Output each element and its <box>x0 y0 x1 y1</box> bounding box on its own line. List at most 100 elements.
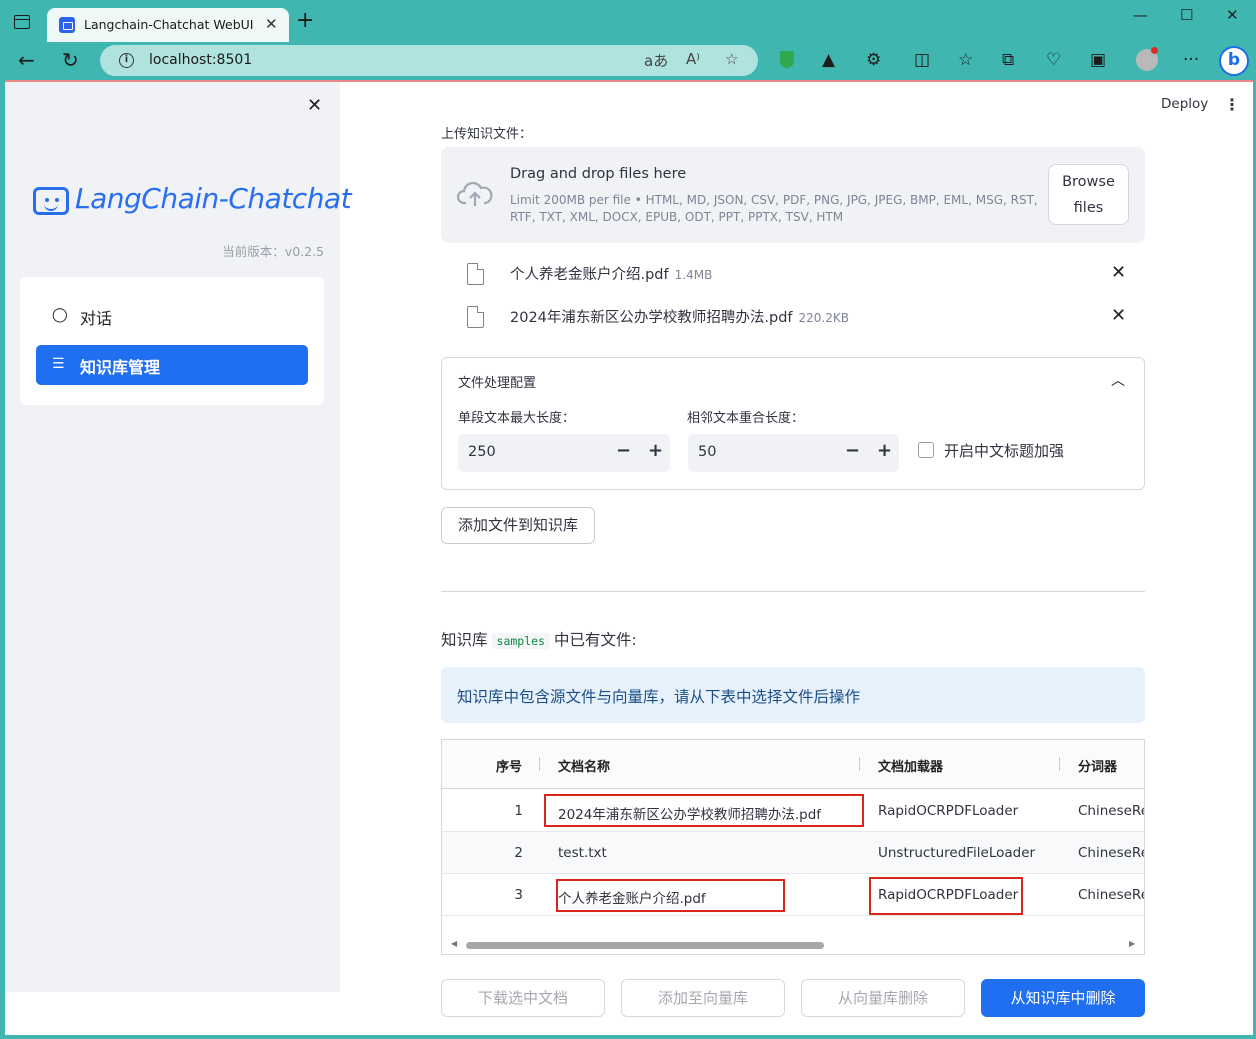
increment-button[interactable]: + <box>877 440 892 461</box>
file-name: 个人养老金账户介绍.pdf 1.4MB <box>510 267 713 283</box>
collections-icon[interactable]: ⧉ <box>1002 50 1014 70</box>
upload-label: 上传知识文件： <box>441 127 533 142</box>
sidebar-item-kb-management[interactable]: ☰ 知识库管理 <box>36 345 308 385</box>
highlight-annotation <box>544 794 864 827</box>
favorites-icon[interactable]: ☆ <box>958 50 973 70</box>
tab-close-icon[interactable]: ✕ <box>265 15 278 33</box>
column-header[interactable]: 序号 <box>496 756 522 775</box>
tab-title: Langchain-Chatchat WebUI <box>84 17 254 32</box>
loader-cell[interactable]: RapidOCRPDFLoader <box>878 803 1018 819</box>
favicon-icon <box>59 17 75 33</box>
address-bar[interactable]: i localhost:8501 aあ A⁾ ☆ <box>100 45 758 76</box>
sidebar: ✕ LangChain-Chatchat 当前版本：v0.2.5 ◯ 对话 ☰ … <box>5 82 352 992</box>
sidebar-item-chat[interactable]: ◯ 对话 <box>36 296 308 336</box>
new-tab-button[interactable]: + <box>296 10 314 32</box>
kb-name-code: samples <box>491 633 550 649</box>
split-screen-icon[interactable]: ◫ <box>914 50 930 70</box>
window-close-button[interactable]: ✕ <box>1226 6 1239 24</box>
remove-from-vector-store-button[interactable]: 从向量库删除 <box>801 979 965 1017</box>
logo-chat-icon <box>33 187 69 215</box>
splitter-cell[interactable]: ChineseRe <box>1078 887 1144 903</box>
app-viewport: ✕ LangChain-Chatchat 当前版本：v0.2.5 ◯ 对话 ☰ … <box>5 80 1253 1035</box>
file-name: 2024年浦东新区公办学校教师招聘办法.pdf 220.2KB <box>510 310 849 326</box>
decrement-button[interactable]: − <box>845 440 860 461</box>
scroll-left-icon[interactable]: ◀ <box>451 939 457 948</box>
chinese-title-checkbox[interactable] <box>918 442 934 458</box>
tab-actions-icon[interactable] <box>14 15 30 29</box>
info-text: 知识库中包含源文件与向量库，请从下表中选择文件后操作 <box>457 688 861 706</box>
triangle-extension-icon[interactable]: ▲ <box>822 50 835 70</box>
database-icon: ☰ <box>52 356 65 372</box>
translate-icon[interactable]: aあ <box>644 50 668 71</box>
copilot-icon[interactable]: b <box>1219 46 1249 76</box>
chinese-title-label[interactable]: 开启中文标题加强 <box>944 440 1064 461</box>
processing-config-expander: 文件处理配置 ︿ 单段文本最大长度： 250 − + 相邻文本重合长度： 50 … <box>441 357 1145 490</box>
column-separator[interactable] <box>859 757 860 771</box>
scrollbar-thumb[interactable] <box>466 942 824 949</box>
chat-bubble-icon: ◯ <box>52 307 68 323</box>
site-info-icon[interactable]: i <box>119 53 134 68</box>
scroll-right-icon[interactable]: ▶ <box>1129 939 1135 948</box>
loader-cell[interactable]: UnstructuredFileLoader <box>878 845 1035 861</box>
deploy-button[interactable]: Deploy <box>1161 96 1208 112</box>
max-length-label: 单段文本最大长度： <box>458 411 576 426</box>
sidebar-item-label: 对话 <box>80 309 113 328</box>
remove-file-icon[interactable]: ✕ <box>1111 262 1126 283</box>
expander-title[interactable]: 文件处理配置 <box>458 372 536 391</box>
file-icon <box>467 306 484 328</box>
download-selected-button[interactable]: 下载选中文档 <box>441 979 605 1017</box>
refresh-icon[interactable]: ↻ <box>62 48 79 72</box>
column-separator[interactable] <box>539 757 540 771</box>
table-header: 序号 文档名称 文档加载器 分词器 <box>442 740 1144 789</box>
row-number: 1 <box>514 803 523 819</box>
performance-icon[interactable]: ♡ <box>1046 50 1061 70</box>
maximize-button[interactable]: ☐ <box>1180 6 1193 24</box>
remove-file-icon[interactable]: ✕ <box>1111 305 1126 326</box>
column-header[interactable]: 分词器 <box>1078 756 1117 775</box>
cloud-upload-icon <box>457 181 493 206</box>
max-length-value[interactable]: 250 <box>468 444 496 460</box>
extensions-icon[interactable]: ⚙ <box>866 50 881 70</box>
main-menu-icon[interactable]: ⋮ <box>1224 95 1240 114</box>
table-row[interactable]: 3 个人养老金账户介绍.pdf RapidOCRPDFLoader Chines… <box>442 874 1144 916</box>
favorite-star-icon[interactable]: ☆ <box>725 50 738 68</box>
delete-from-kb-button[interactable]: 从知识库中删除 <box>981 979 1145 1017</box>
browser-tab[interactable]: Langchain-Chatchat WebUI ✕ <box>47 8 289 42</box>
file-icon <box>467 263 484 285</box>
profile-avatar[interactable] <box>1136 47 1158 71</box>
browse-files-button[interactable]: Browse files <box>1048 164 1129 225</box>
file-size: 1.4MB <box>674 268 713 282</box>
overlap-length-value[interactable]: 50 <box>698 444 716 460</box>
column-header[interactable]: 文档名称 <box>558 756 610 775</box>
highlight-annotation <box>556 879 785 912</box>
more-menu-icon[interactable]: ··· <box>1183 50 1199 70</box>
table-row[interactable]: 2 test.txt UnstructuredFileLoader Chines… <box>442 832 1144 874</box>
back-icon[interactable]: ← <box>18 48 35 72</box>
file-dropzone[interactable]: Drag and drop files here Limit 200MB per… <box>441 147 1145 243</box>
add-to-kb-button[interactable]: 添加文件到知识库 <box>441 507 595 544</box>
sidebar-toggle-icon[interactable]: ▣ <box>1090 50 1106 70</box>
minimize-button[interactable]: — <box>1133 6 1148 24</box>
nav-menu: ◯ 对话 ☰ 知识库管理 <box>20 277 324 405</box>
column-separator[interactable] <box>1059 757 1060 771</box>
chevron-up-icon[interactable]: ︿ <box>1111 370 1125 390</box>
column-header[interactable]: 文档加载器 <box>878 756 943 775</box>
decrement-button[interactable]: − <box>616 440 631 461</box>
read-aloud-icon[interactable]: A⁾ <box>686 50 700 68</box>
file-size: 220.2KB <box>798 311 849 325</box>
main-content: 上传知识文件： Drag and drop files here Limit 2… <box>441 82 1145 1035</box>
max-length-input[interactable]: 250 − + <box>458 434 670 472</box>
overlap-length-input[interactable]: 50 − + <box>688 434 899 472</box>
sidebar-close-icon[interactable]: ✕ <box>307 95 322 116</box>
doc-name-cell[interactable]: test.txt <box>558 845 607 861</box>
row-number: 3 <box>514 887 523 903</box>
horizontal-scrollbar[interactable]: ◀ ▶ <box>442 936 1144 954</box>
uploaded-file: 个人养老金账户介绍.pdf 1.4MB ✕ <box>441 261 1145 291</box>
splitter-cell[interactable]: ChineseRe <box>1078 845 1144 861</box>
url-text[interactable]: localhost:8501 <box>149 52 252 68</box>
add-to-vector-store-button[interactable]: 添加至向量库 <box>621 979 785 1017</box>
kb-files-table[interactable]: 序号 文档名称 文档加载器 分词器 1 2024年浦东新区公办学校教师招聘办法.… <box>441 739 1145 955</box>
increment-button[interactable]: + <box>648 440 663 461</box>
shield-extension-icon[interactable] <box>780 51 794 68</box>
splitter-cell[interactable]: ChineseRe <box>1078 803 1144 819</box>
